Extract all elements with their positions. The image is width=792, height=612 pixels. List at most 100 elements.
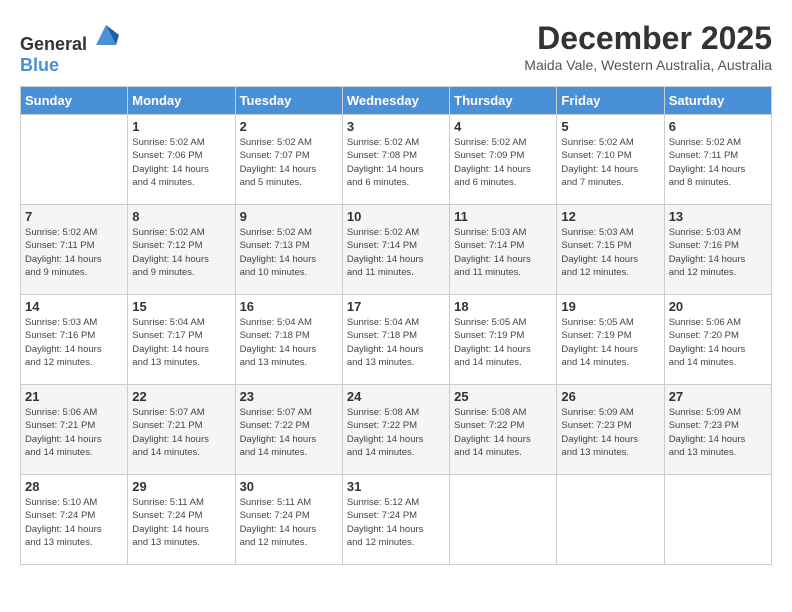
day-info: Sunrise: 5:07 AM Sunset: 7:22 PM Dayligh… [240, 406, 338, 459]
day-info: Sunrise: 5:02 AM Sunset: 7:10 PM Dayligh… [561, 136, 659, 189]
day-info: Sunrise: 5:07 AM Sunset: 7:21 PM Dayligh… [132, 406, 230, 459]
day-number: 29 [132, 479, 230, 494]
day-info: Sunrise: 5:05 AM Sunset: 7:19 PM Dayligh… [454, 316, 552, 369]
day-number: 26 [561, 389, 659, 404]
calendar-week-1: 1 Sunrise: 5:02 AM Sunset: 7:06 PM Daylig… [21, 115, 772, 205]
day-number: 3 [347, 119, 445, 134]
day-number: 21 [25, 389, 123, 404]
day-number: 25 [454, 389, 552, 404]
day-number: 30 [240, 479, 338, 494]
calendar-cell [664, 475, 771, 565]
page-header: General Blue December 2025 Maida Vale, W… [20, 20, 772, 76]
day-info: Sunrise: 5:02 AM Sunset: 7:08 PM Dayligh… [347, 136, 445, 189]
day-number: 20 [669, 299, 767, 314]
column-header-wednesday: Wednesday [342, 87, 449, 115]
calendar-cell: 14Sunrise: 5:03 AM Sunset: 7:16 PM Dayli… [21, 295, 128, 385]
day-info: Sunrise: 5:04 AM Sunset: 7:18 PM Dayligh… [347, 316, 445, 369]
day-number: 23 [240, 389, 338, 404]
day-info: Sunrise: 5:02 AM Sunset: 7:06 PM Dayligh… [132, 136, 230, 189]
day-info: Sunrise: 5:03 AM Sunset: 7:14 PM Dayligh… [454, 226, 552, 279]
column-header-sunday: Sunday [21, 87, 128, 115]
calendar-week-5: 28Sunrise: 5:10 AM Sunset: 7:24 PM Dayli… [21, 475, 772, 565]
calendar-cell: 27 Sunrise: 5:09 AM Sunset: 7:23 PM Dayli… [664, 385, 771, 475]
day-number: 31 [347, 479, 445, 494]
day-number: 24 [347, 389, 445, 404]
day-info: Sunrise: 5:06 AM Sunset: 7:20 PM Dayligh… [669, 316, 767, 369]
calendar-cell: 2 Sunrise: 5:02 AM Sunset: 7:07 PM Daylig… [235, 115, 342, 205]
calendar-cell: 8Sunrise: 5:02 AM Sunset: 7:12 PM Daylig… [128, 205, 235, 295]
calendar-cell: 30 Sunrise: 5:11 AM Sunset: 7:24 PM Dayli… [235, 475, 342, 565]
day-info: Sunrise: 5:02 AM Sunset: 7:11 PM Dayligh… [25, 226, 123, 279]
column-header-thursday: Thursday [450, 87, 557, 115]
calendar-cell: 13Sunrise: 5:03 AM Sunset: 7:16 PM Dayli… [664, 205, 771, 295]
day-info: Sunrise: 5:02 AM Sunset: 7:07 PM Dayligh… [240, 136, 338, 189]
calendar-cell [21, 115, 128, 205]
day-number: 28 [25, 479, 123, 494]
day-number: 22 [132, 389, 230, 404]
calendar-cell: 24Sunrise: 5:08 AM Sunset: 7:22 PM Dayli… [342, 385, 449, 475]
calendar-cell [450, 475, 557, 565]
calendar-table: SundayMondayTuesdayWednesdayThursdayFrid… [20, 86, 772, 565]
day-number: 16 [240, 299, 338, 314]
day-number: 18 [454, 299, 552, 314]
day-info: Sunrise: 5:02 AM Sunset: 7:09 PM Dayligh… [454, 136, 552, 189]
day-number: 19 [561, 299, 659, 314]
day-number: 13 [669, 209, 767, 224]
day-number: 12 [561, 209, 659, 224]
day-number: 2 [240, 119, 338, 134]
calendar-cell: 23 Sunrise: 5:07 AM Sunset: 7:22 PM Dayli… [235, 385, 342, 475]
day-number: 14 [25, 299, 123, 314]
logo-blue: Blue [20, 55, 59, 75]
column-header-friday: Friday [557, 87, 664, 115]
calendar-header-row: SundayMondayTuesdayWednesdayThursdayFrid… [21, 87, 772, 115]
calendar-cell: 21 Sunrise: 5:06 AM Sunset: 7:21 PM Dayli… [21, 385, 128, 475]
calendar-cell: 3 Sunrise: 5:02 AM Sunset: 7:08 PM Daylig… [342, 115, 449, 205]
day-number: 17 [347, 299, 445, 314]
day-number: 5 [561, 119, 659, 134]
calendar-cell: 9 Sunrise: 5:02 AM Sunset: 7:13 PM Daylig… [235, 205, 342, 295]
calendar-cell: 22 Sunrise: 5:07 AM Sunset: 7:21 PM Dayli… [128, 385, 235, 475]
day-info: Sunrise: 5:04 AM Sunset: 7:17 PM Dayligh… [132, 316, 230, 369]
calendar-cell: 1 Sunrise: 5:02 AM Sunset: 7:06 PM Daylig… [128, 115, 235, 205]
day-number: 1 [132, 119, 230, 134]
day-info: Sunrise: 5:12 AM Sunset: 7:24 PM Dayligh… [347, 496, 445, 549]
day-number: 11 [454, 209, 552, 224]
day-info: Sunrise: 5:11 AM Sunset: 7:24 PM Dayligh… [240, 496, 338, 549]
day-number: 4 [454, 119, 552, 134]
calendar-cell: 18 Sunrise: 5:05 AM Sunset: 7:19 PM Dayli… [450, 295, 557, 385]
logo-general: General [20, 34, 87, 54]
calendar-cell: 6Sunrise: 5:02 AM Sunset: 7:11 PM Daylig… [664, 115, 771, 205]
calendar-cell: 19Sunrise: 5:05 AM Sunset: 7:19 PM Dayli… [557, 295, 664, 385]
location-subtitle: Maida Vale, Western Australia, Australia [524, 57, 772, 73]
calendar-week-3: 14Sunrise: 5:03 AM Sunset: 7:16 PM Dayli… [21, 295, 772, 385]
calendar-week-4: 21 Sunrise: 5:06 AM Sunset: 7:21 PM Dayli… [21, 385, 772, 475]
day-info: Sunrise: 5:02 AM Sunset: 7:14 PM Dayligh… [347, 226, 445, 279]
day-info: Sunrise: 5:06 AM Sunset: 7:21 PM Dayligh… [25, 406, 123, 459]
day-number: 9 [240, 209, 338, 224]
calendar-cell: 25 Sunrise: 5:08 AM Sunset: 7:22 PM Dayli… [450, 385, 557, 475]
day-info: Sunrise: 5:09 AM Sunset: 7:23 PM Dayligh… [669, 406, 767, 459]
calendar-cell: 31 Sunrise: 5:12 AM Sunset: 7:24 PM Dayli… [342, 475, 449, 565]
day-info: Sunrise: 5:03 AM Sunset: 7:15 PM Dayligh… [561, 226, 659, 279]
title-section: December 2025 Maida Vale, Western Austra… [524, 20, 772, 73]
day-number: 15 [132, 299, 230, 314]
day-info: Sunrise: 5:04 AM Sunset: 7:18 PM Dayligh… [240, 316, 338, 369]
column-header-monday: Monday [128, 87, 235, 115]
column-header-saturday: Saturday [664, 87, 771, 115]
day-info: Sunrise: 5:08 AM Sunset: 7:22 PM Dayligh… [454, 406, 552, 459]
calendar-cell: 11 Sunrise: 5:03 AM Sunset: 7:14 PM Dayli… [450, 205, 557, 295]
day-number: 27 [669, 389, 767, 404]
calendar-cell: 12 Sunrise: 5:03 AM Sunset: 7:15 PM Dayli… [557, 205, 664, 295]
day-info: Sunrise: 5:11 AM Sunset: 7:24 PM Dayligh… [132, 496, 230, 549]
day-number: 8 [132, 209, 230, 224]
month-year-title: December 2025 [524, 20, 772, 57]
day-info: Sunrise: 5:02 AM Sunset: 7:13 PM Dayligh… [240, 226, 338, 279]
day-number: 7 [25, 209, 123, 224]
calendar-cell [557, 475, 664, 565]
calendar-cell: 26Sunrise: 5:09 AM Sunset: 7:23 PM Dayli… [557, 385, 664, 475]
calendar-week-2: 7 Sunrise: 5:02 AM Sunset: 7:11 PM Daylig… [21, 205, 772, 295]
calendar-cell: 28Sunrise: 5:10 AM Sunset: 7:24 PM Dayli… [21, 475, 128, 565]
day-info: Sunrise: 5:02 AM Sunset: 7:11 PM Dayligh… [669, 136, 767, 189]
calendar-cell: 16 Sunrise: 5:04 AM Sunset: 7:18 PM Dayli… [235, 295, 342, 385]
logo-text: General Blue [20, 20, 121, 76]
